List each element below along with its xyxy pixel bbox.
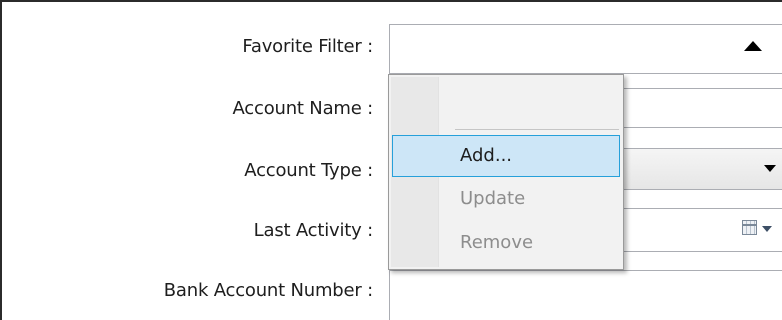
menu-item-remove[interactable]: Remove xyxy=(392,223,620,265)
form-panel: Favorite Filter : Account Name : Account… xyxy=(0,0,782,320)
triangle-up-icon[interactable] xyxy=(744,41,762,51)
account-name-label: Account Name : xyxy=(232,98,374,119)
calendar-icon xyxy=(742,220,757,235)
menu-item-add[interactable]: Add... xyxy=(392,135,620,177)
menu-separator xyxy=(455,129,619,130)
date-picker-button[interactable] xyxy=(742,220,774,238)
bank-account-number-input[interactable] xyxy=(389,270,782,320)
bank-account-number-label: Bank Account Number : xyxy=(163,280,373,301)
account-type-label: Account Type : xyxy=(244,160,373,181)
menu-item-update[interactable]: Update xyxy=(392,179,620,221)
favorite-filter-label: Favorite Filter : xyxy=(242,36,373,57)
last-activity-label: Last Activity : xyxy=(253,220,374,241)
favorite-filter-dropdown[interactable] xyxy=(389,24,782,74)
chevron-down-icon xyxy=(762,226,772,232)
triangle-down-icon[interactable] xyxy=(764,165,776,172)
favorite-filter-menu: Add... Update Remove xyxy=(388,74,624,270)
